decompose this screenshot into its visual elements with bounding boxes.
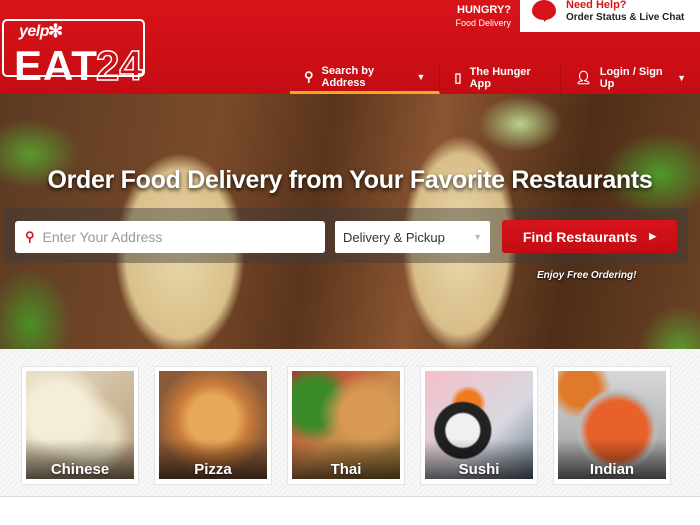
logo-24-text: 24 <box>95 42 143 89</box>
eat24-logo[interactable]: yelp ✻ EAT 24 <box>2 19 145 87</box>
nav-search-by-address[interactable]: ⚲ Search by Address ▼ <box>290 62 441 94</box>
cuisine-categories: Chinese Pizza Thai Sushi Indian <box>0 349 700 497</box>
dropdown-arrow-icon: ▼ <box>473 232 482 242</box>
caret-down-icon: ▼ <box>416 71 426 82</box>
category-indian[interactable]: Indian <box>553 366 671 485</box>
category-label: Chinese <box>50 461 110 478</box>
logo-eat-text: EAT <box>14 42 98 89</box>
header: yelp ✻ EAT 24 HUNGRY? Food Delivery Need… <box>0 0 700 94</box>
hungry-label: HUNGRY? <box>457 4 511 16</box>
phone-icon: ▯ <box>454 70 462 85</box>
caret-down-icon: ▼ <box>677 73 686 83</box>
delivery-mode-value: Delivery & Pickup <box>343 229 445 245</box>
need-help-link[interactable]: Need Help? <box>566 0 627 11</box>
arrow-right-icon: ▶ <box>649 231 657 241</box>
address-field[interactable]: ⚲ <box>15 221 325 253</box>
hungry-tagline: HUNGRY? Food Delivery <box>455 4 511 28</box>
chat-bubble-icon <box>532 0 556 22</box>
address-input[interactable] <box>42 229 303 245</box>
hero-title: Order Food Delivery from Your Favorite R… <box>47 166 653 194</box>
delivery-mode-select[interactable]: Delivery & Pickup ▼ <box>335 221 490 253</box>
category-label: Sushi <box>458 461 500 478</box>
nav-label: The Hunger App <box>469 66 531 90</box>
category-pizza[interactable]: Pizza <box>154 366 272 485</box>
food-delivery-label: Food Delivery <box>455 18 511 28</box>
main-nav: ⚲ Search by Address ▼ ▯ The Hunger App 👤… <box>290 62 700 94</box>
category-label: Thai <box>330 461 362 478</box>
category-thai[interactable]: Thai <box>287 366 405 485</box>
yelp-burst-icon: ✻ <box>48 21 64 41</box>
nav-label: Search by Address <box>321 64 375 89</box>
search-icon: ⚲ <box>25 229 35 244</box>
category-label: Pizza <box>194 461 232 478</box>
nav-hunger-app[interactable]: ▯ The Hunger App <box>440 62 562 94</box>
nav-login-signup[interactable]: 👤︎ Login / Sign Up ▼ <box>561 62 700 94</box>
map-pin-icon: ⚲ <box>304 68 314 84</box>
nav-label: Login / Sign Up <box>599 66 663 90</box>
user-icon: 👤︎ <box>575 70 592 85</box>
yelp-wordmark: yelp <box>19 23 50 40</box>
category-chinese[interactable]: Chinese <box>21 366 139 485</box>
help-box[interactable]: Need Help? Order Status & Live Chat <box>520 0 700 32</box>
order-status-live-chat-link[interactable]: Order Status & Live Chat <box>566 12 684 23</box>
category-sushi[interactable]: Sushi <box>420 366 538 485</box>
category-label: Indian <box>589 461 635 478</box>
find-restaurants-button[interactable]: Find Restaurants ▶ <box>502 220 677 253</box>
enjoy-free-ordering: Enjoy Free Ordering! <box>537 270 637 281</box>
find-restaurants-label: Find Restaurants <box>522 228 638 245</box>
